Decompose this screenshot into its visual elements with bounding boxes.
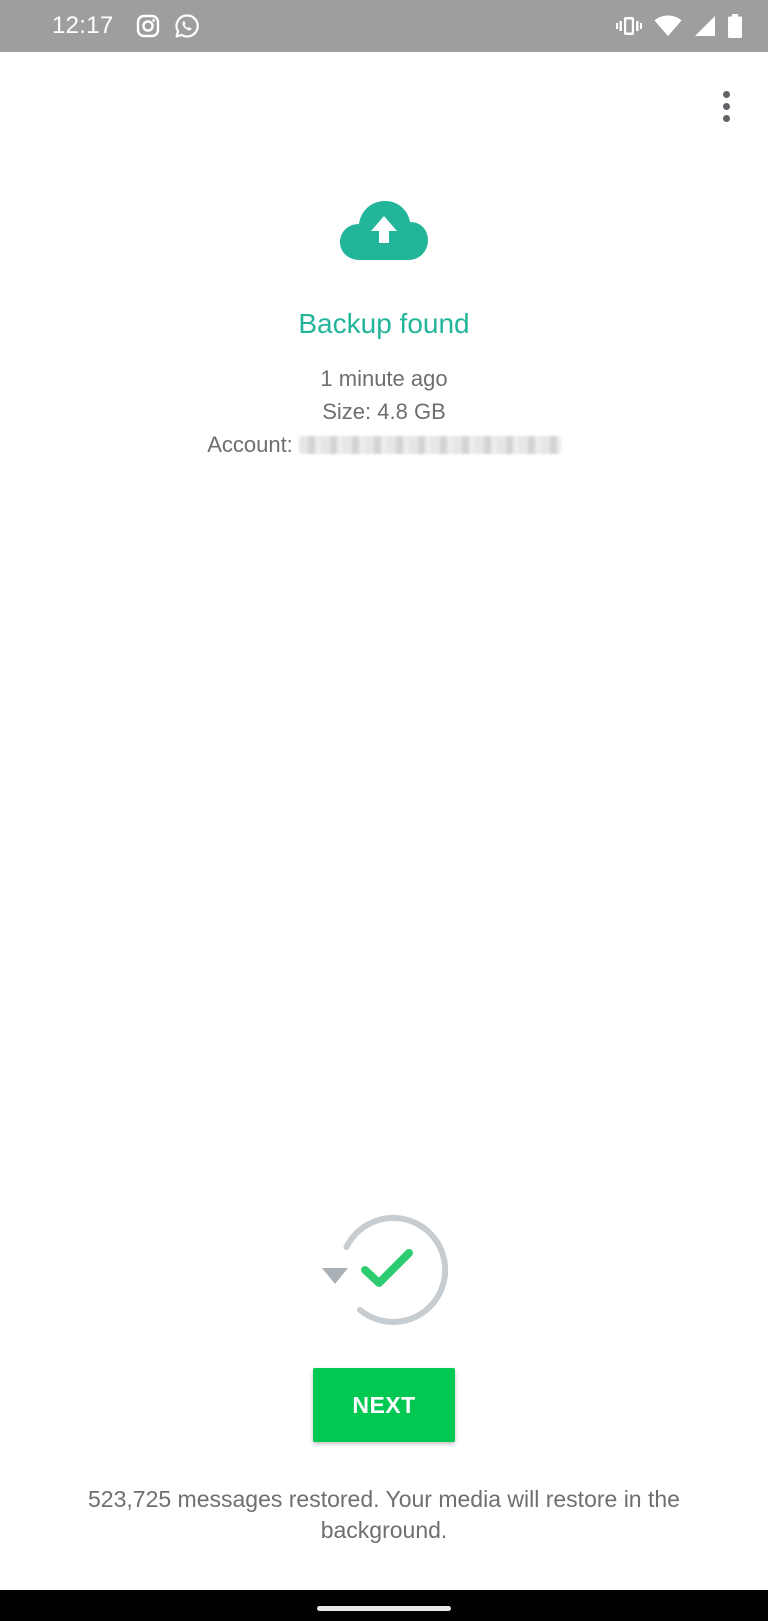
backup-account: Account:: [0, 432, 768, 458]
battery-icon: [728, 14, 742, 38]
instagram-icon: [136, 14, 160, 38]
backup-found-title: Backup found: [298, 308, 470, 339]
status-time: 12:17: [52, 12, 114, 39]
status-notification-icons: [136, 13, 200, 39]
restore-screen: 12:17 Backup found 1 minute ago Size: 4.…: [0, 0, 768, 1621]
whatsapp-icon: [174, 13, 200, 39]
cell-signal-icon: [694, 15, 716, 37]
restore-check-icon: [320, 1214, 449, 1331]
account-label: Account:: [207, 432, 293, 457]
vibrate-icon: [616, 15, 642, 37]
backup-size: Size: 4.8 GB: [322, 399, 446, 424]
next-button[interactable]: NEXT: [313, 1368, 455, 1442]
account-email-redacted: [298, 436, 561, 454]
status-system-icons: [616, 14, 742, 38]
cloud-upload-icon: [338, 198, 430, 267]
backup-time: 1 minute ago: [320, 366, 448, 391]
home-gesture-handle[interactable]: [317, 1606, 451, 1611]
restore-status-message: 523,725 messages restored. Your media wi…: [88, 1486, 680, 1543]
status-bar: 12:17: [0, 0, 768, 52]
navigation-bar: [0, 1590, 768, 1621]
more-vert-icon[interactable]: [706, 84, 746, 128]
wifi-icon: [654, 15, 682, 37]
